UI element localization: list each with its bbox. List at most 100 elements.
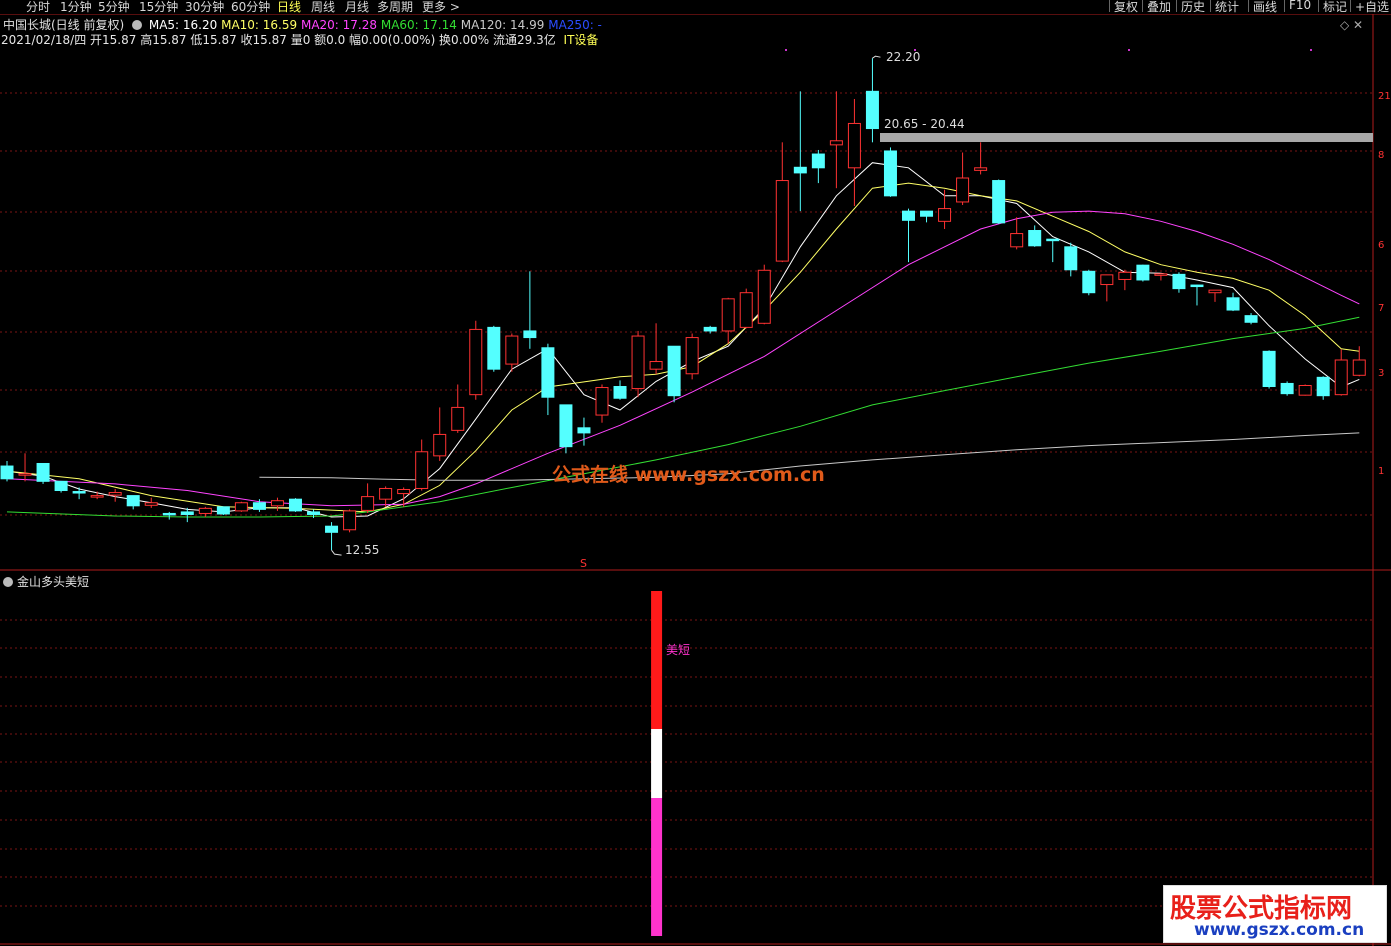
period-tab[interactable]: 分时: [26, 0, 50, 15]
toolbar-button[interactable]: 历史: [1176, 0, 1209, 14]
dropdown-icon[interactable]: [132, 20, 143, 30]
candle-body[interactable]: [162, 512, 176, 516]
candle-body[interactable]: [1334, 359, 1348, 396]
candle-body[interactable]: [757, 269, 771, 324]
candle-body[interactable]: [216, 506, 230, 515]
toolbar-button[interactable]: 叠加: [1142, 0, 1175, 14]
candle-body[interactable]: [1100, 274, 1114, 286]
candle-body[interactable]: [252, 502, 266, 510]
toolbar-button[interactable]: 统计: [1210, 0, 1243, 14]
candle-body[interactable]: [234, 502, 248, 512]
period-tab[interactable]: 多周期: [377, 0, 413, 15]
period-tab[interactable]: 15分钟: [139, 0, 178, 15]
candle-body[interactable]: [811, 153, 825, 169]
stock-title[interactable]: 中国长城(日线 前复权): [3, 18, 124, 32]
candle-body[interactable]: [1154, 273, 1168, 276]
period-tab[interactable]: 30分钟: [185, 0, 224, 15]
candle-body[interactable]: [649, 361, 663, 370]
candle-body[interactable]: [415, 451, 429, 489]
candle-body[interactable]: [1190, 284, 1204, 288]
candle-body[interactable]: [1262, 350, 1276, 388]
candle-body[interactable]: [775, 180, 789, 262]
candle-body[interactable]: [829, 140, 843, 146]
candle-body[interactable]: [1028, 230, 1042, 247]
candle-body[interactable]: [1064, 246, 1078, 271]
candle-body[interactable]: [307, 511, 321, 515]
period-tab[interactable]: 60分钟: [231, 0, 270, 15]
candle-body[interactable]: [505, 335, 519, 365]
toolbar-button[interactable]: 标记: [1318, 0, 1351, 14]
candle-body[interactable]: [577, 427, 591, 434]
candle-body[interactable]: [847, 122, 861, 169]
candle-body[interactable]: [920, 210, 934, 217]
candle-body[interactable]: [883, 150, 897, 197]
candle-body[interactable]: [739, 292, 753, 328]
candle-body[interactable]: [1244, 315, 1258, 323]
candle-body[interactable]: [90, 495, 104, 498]
candle-body[interactable]: [703, 326, 717, 332]
candle-body[interactable]: [180, 511, 194, 515]
candle-body[interactable]: [108, 492, 122, 496]
candle-body[interactable]: [343, 510, 357, 531]
candle-body[interactable]: [685, 337, 699, 375]
candle-body[interactable]: [1352, 359, 1366, 376]
candle-body[interactable]: [1136, 264, 1150, 281]
candle-body[interactable]: [559, 404, 573, 448]
candle-body[interactable]: [793, 166, 807, 174]
toolbar-button[interactable]: F10: [1284, 0, 1315, 12]
period-tab[interactable]: 日线: [277, 0, 301, 15]
candle-body[interactable]: [865, 90, 879, 130]
candle-body[interactable]: [288, 498, 302, 512]
candle-body[interactable]: [938, 208, 952, 222]
candle-body[interactable]: [451, 406, 465, 431]
candle-body[interactable]: [325, 525, 339, 533]
candle-body[interactable]: [1280, 382, 1294, 395]
candle-body[interactable]: [902, 210, 915, 221]
candle-body[interactable]: [198, 507, 212, 514]
candle-body[interactable]: [974, 167, 988, 171]
candle-body[interactable]: [1298, 384, 1312, 396]
candle-body[interactable]: [721, 298, 735, 332]
candle-body[interactable]: [595, 387, 609, 416]
panel-control-icons[interactable]: ◇ ✕: [1340, 18, 1363, 32]
candle-body[interactable]: [18, 473, 32, 476]
toolbar-button[interactable]: +自选: [1350, 0, 1391, 14]
candle-body[interactable]: [54, 480, 68, 492]
candle-body[interactable]: [667, 345, 681, 397]
toolbar-button[interactable]: 画线: [1248, 0, 1281, 14]
candle-body[interactable]: [1010, 233, 1024, 248]
dropdown-icon[interactable]: [3, 577, 13, 587]
candle-body[interactable]: [126, 495, 140, 507]
candle-body[interactable]: [487, 326, 501, 370]
candle-body[interactable]: [361, 496, 375, 511]
candle-body[interactable]: [144, 502, 158, 506]
period-tab[interactable]: 5分钟: [98, 0, 130, 15]
candle-body[interactable]: [956, 177, 970, 203]
candle-body[interactable]: [613, 386, 627, 399]
sector-label[interactable]: IT设备: [564, 33, 599, 47]
candle-body[interactable]: [631, 335, 645, 390]
candle-body[interactable]: [433, 433, 447, 457]
candle-body[interactable]: [992, 180, 1006, 224]
candle-body[interactable]: [397, 488, 411, 495]
candle-body[interactable]: [1082, 270, 1096, 294]
candle-body[interactable]: [379, 487, 393, 500]
candle-body[interactable]: [0, 465, 14, 480]
candle-body[interactable]: [541, 347, 555, 398]
period-tab[interactable]: 月线: [345, 0, 369, 15]
candle-body[interactable]: [1118, 271, 1132, 280]
period-tab[interactable]: 1分钟: [60, 0, 92, 15]
candle-body[interactable]: [523, 330, 537, 339]
candle-body[interactable]: [469, 328, 483, 396]
indicator-title[interactable]: 金山多头美短: [17, 575, 89, 589]
candle-body[interactable]: [36, 462, 50, 482]
candle-body[interactable]: [1316, 376, 1330, 397]
candle-body[interactable]: [1226, 297, 1240, 311]
candle-body[interactable]: [1208, 289, 1222, 294]
toolbar-button[interactable]: 复权: [1109, 0, 1142, 14]
candle-body[interactable]: [1172, 273, 1186, 290]
candle-body[interactable]: [270, 500, 284, 507]
candle-body[interactable]: [72, 491, 86, 494]
candle-body[interactable]: [1046, 238, 1060, 242]
period-tab[interactable]: 周线: [311, 0, 335, 15]
